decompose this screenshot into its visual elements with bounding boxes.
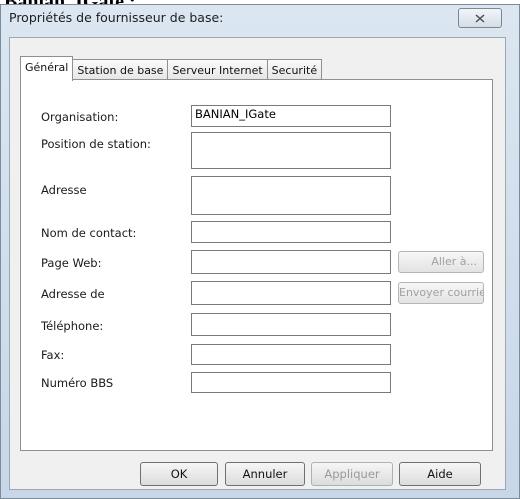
ok-button[interactable]: OK [140,462,218,486]
email-address-field[interactable] [191,281,391,305]
web-page-label: Page Web: [41,256,102,270]
tab-security[interactable]: Securité [266,59,323,80]
address-label: Adresse [41,183,87,197]
phone-label: Téléphone: [41,319,104,333]
station-position-label: Position de station: [41,137,151,151]
web-page-field[interactable] [191,250,391,274]
tab-internet-server[interactable]: Serveur Internet [167,59,268,80]
help-button[interactable]: Aide [399,462,481,486]
cancel-button[interactable]: Annuler [225,462,305,486]
goto-button[interactable]: Aller à... [398,251,484,273]
title-bar: Propriétés de fournisseur de base: [1,5,519,39]
contact-name-label: Nom de contact: [41,226,137,240]
properties-dialog: Propriétés de fournisseur de base: Génér… [0,4,520,499]
fax-field[interactable] [191,344,391,365]
phone-field[interactable] [191,313,391,336]
contact-name-field[interactable] [191,221,391,243]
general-tab-panel: Organisation: BANIAN_IGate Position de s… [20,79,493,451]
send-email-button[interactable]: Envoyer courriel [398,282,484,304]
address-field[interactable] [191,176,391,215]
dialog-title: Propriétés de fournisseur de base: [9,10,224,25]
tab-strip: Général Station de base Serveur Internet… [20,56,323,81]
organisation-field[interactable]: BANIAN_IGate [191,105,391,127]
bbs-number-label: Numéro BBS [41,376,114,390]
tab-general[interactable]: Général [20,56,74,81]
close-button[interactable] [458,8,502,28]
bbs-number-field[interactable] [191,372,391,393]
station-position-field[interactable] [191,132,391,169]
apply-button[interactable]: Appliquer [311,462,393,486]
close-x-icon [475,13,485,23]
dialog-client-area: Général Station de base Serveur Internet… [9,37,506,490]
fax-label: Fax: [41,348,65,362]
organisation-label: Organisation: [41,110,119,124]
tab-base-station[interactable]: Station de base [72,59,169,80]
email-address-label: Adresse de [41,287,105,301]
